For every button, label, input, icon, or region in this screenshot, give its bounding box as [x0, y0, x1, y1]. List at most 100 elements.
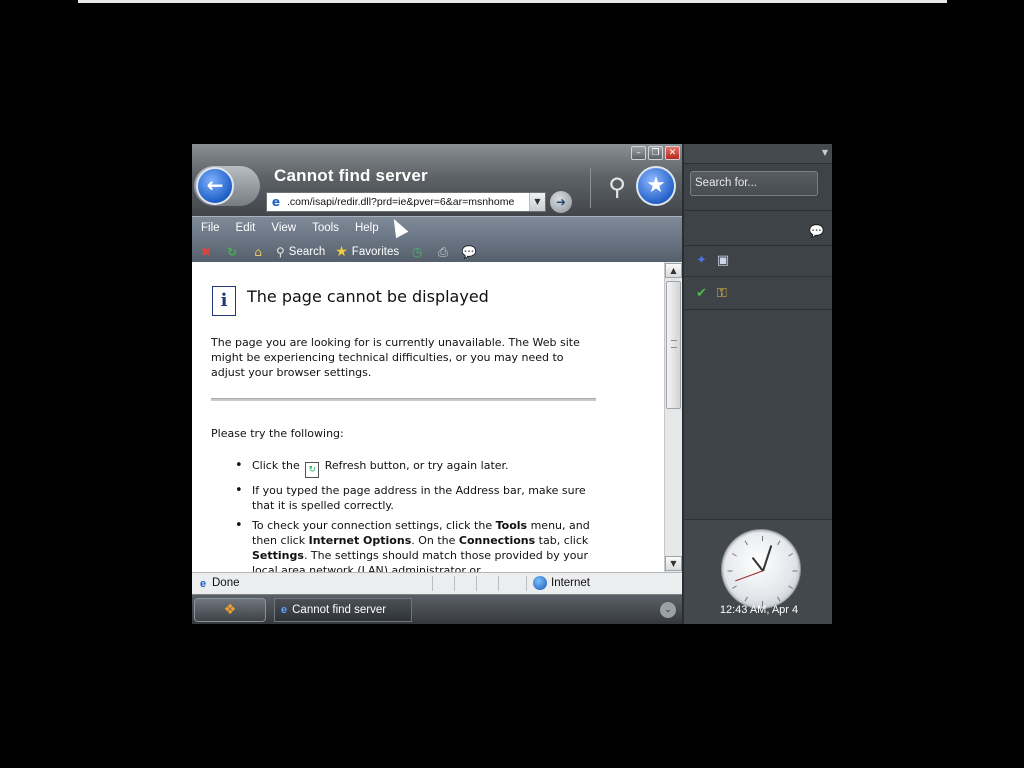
scroll-thumb[interactable] [666, 281, 681, 409]
zone-label: Internet [551, 577, 590, 589]
menu-tools[interactable]: Tools [312, 222, 339, 234]
refresh-icon[interactable]: ↻ [224, 244, 240, 260]
bullet3-settings: Settings [252, 549, 304, 562]
content-divider [211, 398, 596, 401]
sidebar-search-input[interactable]: Search for... [690, 171, 818, 196]
close-button[interactable]: ✕ [665, 146, 680, 160]
magnifier-search-icon[interactable]: ⚲ [600, 170, 634, 204]
error-intro: The page you are looking for is currentl… [211, 336, 580, 379]
speech-bubble-icon[interactable]: 💬 [809, 224, 824, 238]
list-item: If you typed the page address in the Add… [235, 483, 595, 513]
page-status-icon: e [199, 578, 207, 590]
bullet1-pre: Click the [252, 459, 304, 472]
clock-tick [731, 553, 737, 557]
favorites-button[interactable]: ★ Favorites [335, 243, 399, 260]
sidebar-header [684, 144, 832, 164]
scroll-down-icon[interactable]: ▼ [665, 556, 682, 571]
clock-tick [792, 570, 798, 572]
minimize-button[interactable]: – [631, 146, 646, 160]
suggestion-list: Click the ↻ Refresh button, or try again… [235, 458, 595, 572]
keys-icon[interactable]: ⚿ [717, 286, 727, 301]
internet-globe-icon [533, 576, 547, 590]
vertical-scrollbar[interactable]: ▲ ▼ [664, 262, 682, 572]
status-divider [498, 576, 499, 591]
clock-gadget: 12:43 AM, Apr 4 [684, 519, 832, 624]
search-icon: ⚲ [276, 244, 285, 259]
taskbar-window-button[interactable]: e Cannot find server [274, 598, 412, 622]
refresh-inline-icon: ↻ [305, 462, 320, 478]
header-divider [590, 168, 591, 208]
browser-header: – ❐ ✕ ← Cannot find server e .com/isapi/… [192, 144, 682, 216]
status-divider [454, 576, 455, 591]
favorites-star-icon[interactable]: ★ [636, 166, 676, 206]
menu-view[interactable]: View [271, 222, 296, 234]
list-item: Click the ↻ Refresh button, or try again… [235, 458, 595, 478]
status-divider [526, 576, 527, 591]
messenger-icon[interactable]: 💬 [461, 244, 477, 260]
stop-icon[interactable]: ✖ [198, 244, 214, 260]
browser-window: – ❐ ✕ ← Cannot find server e .com/isapi/… [192, 144, 682, 624]
clock-tick [731, 585, 737, 589]
menu-file[interactable]: File [201, 222, 220, 234]
start-button[interactable]: ❖ [194, 598, 266, 622]
menu-bar: File Edit View Tools Help [201, 222, 379, 234]
scroll-up-icon[interactable]: ▲ [665, 263, 682, 278]
clock-minute-hand [762, 545, 772, 572]
print-icon[interactable]: ⎙ [435, 244, 451, 260]
top-divider-line [78, 0, 947, 3]
bullet3-tools: Tools [495, 519, 528, 532]
status-text: Done [212, 577, 240, 589]
taskbar-window-label: Cannot find server [292, 604, 387, 616]
desktop-screen: – ❐ ✕ ← Cannot find server e .com/isapi/… [192, 144, 832, 624]
menu-help[interactable]: Help [355, 222, 379, 234]
status-bar: e Done Internet [192, 572, 682, 594]
window-controls: – ❐ ✕ [631, 146, 680, 160]
sidebar-section: 💬 [684, 210, 832, 246]
back-arrow-icon[interactable]: ← [196, 167, 234, 205]
green-app-icon[interactable]: ✔ [696, 286, 707, 301]
bullet3-e: . On the [411, 534, 459, 547]
menu-edit[interactable]: Edit [236, 222, 256, 234]
address-input[interactable]: .com/isapi/redir.dll?prd=ie&pver=6&ar=ms… [285, 196, 529, 208]
page-title: Cannot find server [274, 166, 428, 185]
restore-button[interactable]: ❐ [648, 146, 663, 160]
clock-tick [777, 540, 781, 546]
chevron-down-icon[interactable]: ⌄ [660, 602, 676, 618]
clock-tick [762, 536, 763, 541]
search-button[interactable]: ⚲ Search [276, 245, 325, 259]
command-bar: ✖ ↻ ⌂ ⚲ Search ★ Favorites ◷ ⎙ 💬 [198, 243, 477, 260]
scroll-grip [671, 340, 677, 348]
error-heading: The page cannot be displayed [247, 287, 489, 306]
bullet1-post: Refresh button, or try again later. [321, 459, 509, 472]
sidebar-row: ✔ ⚿ [684, 277, 832, 310]
status-divider [476, 576, 477, 591]
favorites-icon: ★ [335, 243, 348, 259]
status-divider [432, 576, 433, 591]
clock-tick [727, 570, 733, 572]
cube-icon[interactable]: ▣ [717, 253, 729, 268]
home-icon[interactable]: ⌂ [250, 244, 266, 260]
clock-tick [744, 540, 748, 546]
ie-icon: e [281, 604, 288, 616]
address-dropdown-icon[interactable]: ▼ [529, 193, 545, 211]
clock-second-hand [735, 570, 763, 582]
bullet3-a: To check your connection settings, click… [252, 519, 496, 532]
history-icon[interactable]: ◷ [409, 244, 425, 260]
clock-tick [788, 585, 794, 589]
ie-page-icon: e [271, 195, 281, 209]
browser-toolbar: File Edit View Tools Help ✖ ↻ ⌂ ⚲ Search… [192, 216, 682, 262]
bullet3-g: tab, click [535, 534, 589, 547]
sidebar: ▼ Search for... 💬 ✦ ▣ ✔ ⚿ 12:43 AM, Apr … [682, 144, 832, 624]
taskbar: ❖ e Cannot find server ⌄ [192, 594, 682, 624]
go-icon[interactable]: ➜ [550, 191, 572, 213]
search-label: Search [288, 245, 326, 258]
address-bar[interactable]: e .com/isapi/redir.dll?prd=ie&pver=6&ar=… [266, 192, 546, 212]
clock-tick [777, 596, 781, 602]
clock-tick [788, 553, 794, 557]
sidebar-row: ✦ ▣ [684, 244, 832, 277]
analog-clock [722, 530, 800, 608]
msn-icon[interactable]: ✦ [696, 253, 707, 268]
clock-tick [744, 596, 748, 602]
bullet3-connections: Connections [458, 534, 536, 547]
sidebar-menu-arrow-icon[interactable]: ▼ [822, 148, 828, 157]
